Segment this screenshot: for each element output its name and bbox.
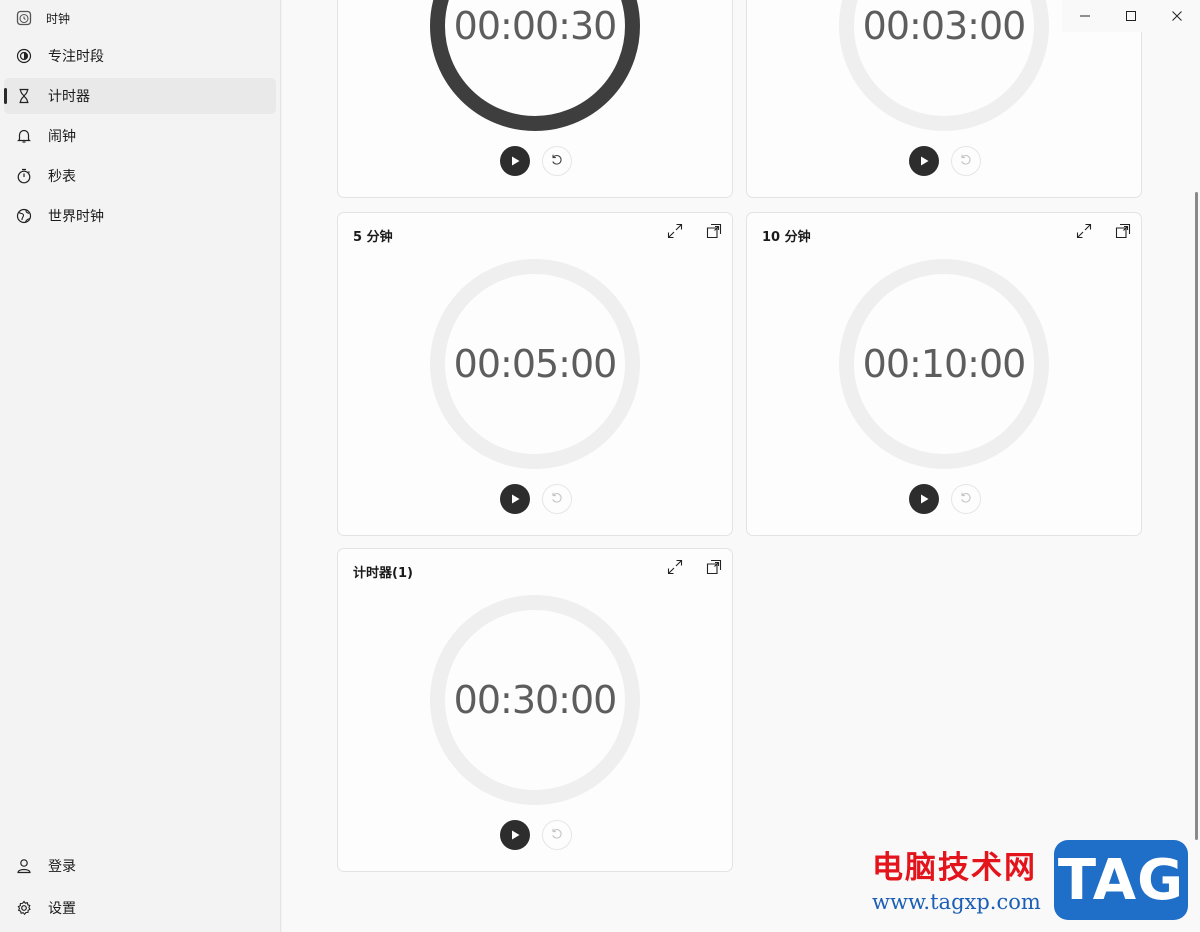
sidebar-item-sign-in[interactable]: 登录 — [4, 848, 276, 884]
sidebar-item-alarm[interactable]: 闹钟 — [4, 118, 276, 154]
stopwatch-icon — [16, 168, 32, 184]
reset-button[interactable] — [951, 146, 981, 176]
play-button[interactable] — [909, 484, 939, 514]
maximize-icon — [1125, 7, 1137, 26]
sidebar-item-stopwatch[interactable]: 秒表 — [4, 158, 276, 194]
timer-card: 计时器(1) 00:30:00 — [337, 548, 733, 872]
timer-time: 00:05:00 — [453, 342, 618, 386]
play-icon — [509, 826, 521, 845]
app-title: 时钟 — [46, 11, 71, 26]
hourglass-icon — [16, 88, 32, 104]
play-button[interactable] — [909, 146, 939, 176]
reset-button[interactable] — [542, 484, 572, 514]
play-button[interactable] — [500, 820, 530, 850]
sidebar: 时钟 专注时段 计时器 闹钟 秒表 世界时钟 登录 设置 — [0, 0, 281, 932]
reset-icon — [550, 826, 564, 845]
play-button[interactable] — [500, 484, 530, 514]
timer-time: 00:03:00 — [862, 4, 1027, 48]
timer-title: 10 分钟 — [762, 230, 811, 245]
watermark: 电脑技术网 www.tagxp.com TAG — [862, 836, 1192, 922]
reset-icon — [550, 152, 564, 171]
keep-on-top-icon — [706, 223, 722, 243]
clock-app-icon — [16, 10, 32, 26]
watermark-logo-text: TAG — [1057, 847, 1185, 913]
play-icon — [509, 152, 521, 171]
timers-panel: 00:00:30 00:03:00 5 分钟 00:05:00 10 分钟 00… — [282, 0, 1200, 932]
close-icon — [1171, 7, 1183, 26]
timer-time: 00:00:30 — [453, 4, 618, 48]
expand-button[interactable] — [664, 222, 686, 244]
timer-title: 5 分钟 — [353, 230, 393, 245]
sidebar-item-label: 世界时钟 — [48, 209, 104, 225]
minimize-icon — [1079, 7, 1091, 26]
watermark-logo: TAG — [1054, 840, 1188, 920]
timer-progress-ring: 00:03:00 — [839, 0, 1049, 131]
timer-progress-ring: 00:10:00 — [839, 259, 1049, 469]
bell-icon — [16, 128, 32, 144]
timer-progress-ring: 00:00:30 — [430, 0, 640, 131]
globe-icon — [16, 208, 32, 224]
window-controls — [1062, 0, 1200, 32]
gear-icon — [16, 900, 32, 916]
timer-time: 00:30:00 — [453, 678, 618, 722]
keep-on-top-icon — [1115, 223, 1131, 243]
play-icon — [918, 490, 930, 509]
app-title-bar: 时钟 — [16, 8, 70, 28]
timer-card: 5 分钟 00:05:00 — [337, 212, 733, 536]
play-icon — [918, 152, 930, 171]
reset-button[interactable] — [542, 820, 572, 850]
scrollbar[interactable] — [1195, 192, 1198, 840]
reset-icon — [959, 490, 973, 509]
pin-mini-button[interactable] — [1112, 222, 1134, 244]
reset-button[interactable] — [542, 146, 572, 176]
sidebar-item-world-clock[interactable]: 世界时钟 — [4, 198, 276, 234]
pin-mini-button[interactable] — [703, 222, 725, 244]
timer-time: 00:10:00 — [862, 342, 1027, 386]
timer-card: 10 分钟 00:10:00 — [746, 212, 1142, 536]
maximize-button[interactable] — [1108, 0, 1154, 32]
timer-title: 计时器(1) — [353, 566, 413, 581]
reset-button[interactable] — [951, 484, 981, 514]
sidebar-item-settings[interactable]: 设置 — [4, 890, 276, 926]
focus-icon — [16, 48, 32, 64]
minimize-button[interactable] — [1062, 0, 1108, 32]
expand-button[interactable] — [664, 558, 686, 580]
expand-icon — [667, 223, 683, 243]
sidebar-item-label: 计时器 — [48, 89, 90, 105]
play-icon — [509, 490, 521, 509]
sidebar-item-focus[interactable]: 专注时段 — [4, 38, 276, 74]
timer-progress-ring: 00:30:00 — [430, 595, 640, 805]
pin-mini-button[interactable] — [703, 558, 725, 580]
sidebar-item-timer[interactable]: 计时器 — [4, 78, 276, 114]
play-button[interactable] — [500, 146, 530, 176]
watermark-url: www.tagxp.com — [872, 890, 1041, 914]
expand-icon — [1076, 223, 1092, 243]
close-button[interactable] — [1154, 0, 1200, 32]
sidebar-item-label: 秒表 — [48, 169, 76, 185]
sidebar-item-label: 专注时段 — [48, 49, 104, 65]
reset-icon — [959, 152, 973, 171]
sidebar-item-label: 登录 — [48, 859, 76, 875]
watermark-site-name: 电脑技术网 — [872, 850, 1037, 886]
active-indicator — [4, 88, 7, 104]
timer-progress-ring: 00:05:00 — [430, 259, 640, 469]
expand-button[interactable] — [1073, 222, 1095, 244]
person-icon — [16, 858, 32, 874]
sidebar-item-label: 设置 — [48, 901, 76, 917]
expand-icon — [667, 559, 683, 579]
reset-icon — [550, 490, 564, 509]
timer-card: 00:00:30 — [337, 0, 733, 198]
sidebar-item-label: 闹钟 — [48, 129, 76, 145]
keep-on-top-icon — [706, 559, 722, 579]
